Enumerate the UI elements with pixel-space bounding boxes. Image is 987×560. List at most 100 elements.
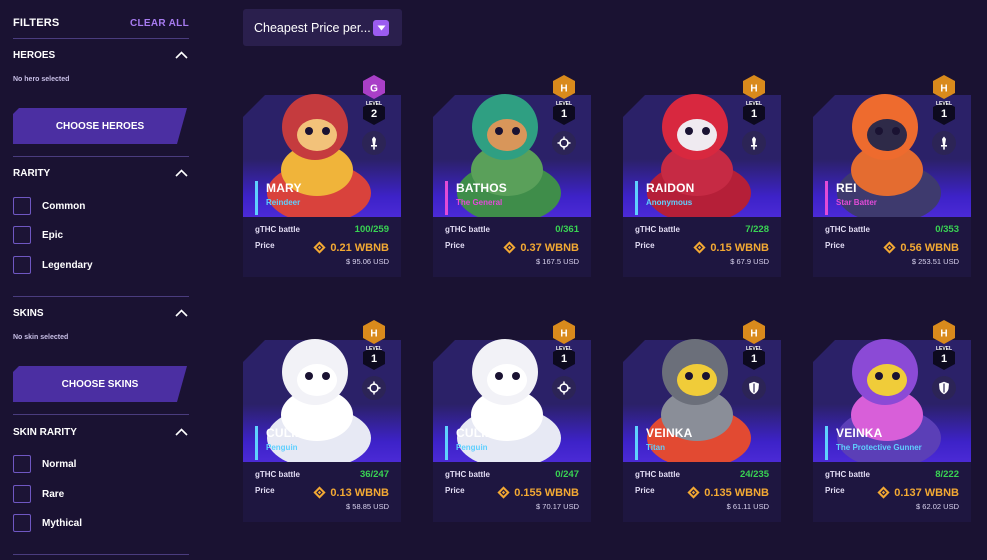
heroes-section-header[interactable]: HEROES [13, 48, 189, 62]
chevron-down-icon[interactable] [373, 19, 389, 36]
hero-name-block: CULIEN Penguin [445, 426, 591, 460]
card-stats: gTHC battle 36/247 Price 0.13 WBNB $ 58.… [243, 462, 401, 522]
rarity-option-epic[interactable]: Epic [13, 226, 63, 244]
level-badge: LEVEL 2 [363, 101, 385, 125]
choose-heroes-button[interactable]: CHOOSE HEROES [13, 108, 187, 144]
card-stats: gTHC battle 0/247 Price 0.155 WBNB $ 70.… [433, 462, 591, 522]
svg-text:H: H [370, 329, 377, 340]
rarity-section-header[interactable]: RARITY [13, 166, 189, 180]
hero-card-veinka-7[interactable]: VEINKA Titan H LEVEL 1 gTHC battle 24/23… [623, 320, 781, 530]
chevron-up-icon[interactable] [173, 425, 189, 439]
svg-text:H: H [560, 329, 567, 340]
checkbox[interactable] [13, 455, 31, 473]
level-badge: LEVEL 1 [743, 346, 765, 370]
checkbox-label: Common [42, 200, 86, 212]
hero-card-mary-1[interactable]: MARY Reindeer G LEVEL 2 gTHC battle 100/… [243, 75, 401, 285]
price-label: Price [635, 486, 655, 495]
clear-all-button[interactable]: CLEAR ALL [130, 18, 189, 29]
chevron-up-icon[interactable] [173, 166, 189, 180]
hero-subtitle: Penguin [266, 443, 298, 452]
card-stats: gTHC battle 24/235 Price 0.135 WBNB $ 61… [623, 462, 781, 522]
level-number: 1 [560, 353, 568, 365]
price-usd: $ 253.51 USD [911, 257, 959, 266]
price-usd: $ 70.17 USD [536, 502, 579, 511]
hero-card-culien-5[interactable]: CULIEN Penguin H LEVEL 1 gTHC battle 36/… [243, 320, 401, 530]
price-value: 0.56 WBNB [900, 241, 959, 254]
svg-text:H: H [940, 84, 947, 95]
svg-text:H: H [750, 84, 757, 95]
card-stats: gTHC battle 0/361 Price 0.37 WBNB $ 167.… [433, 217, 591, 277]
battle-value: 8/222 [935, 469, 959, 480]
skin-rarity-option-normal[interactable]: Normal [13, 455, 76, 473]
card-stats: gTHC battle 100/259 Price 0.21 WBNB $ 95… [243, 217, 401, 277]
hero-subtitle: The General [456, 198, 503, 207]
chevron-up-icon[interactable] [173, 48, 189, 62]
skin-rarity-section-header[interactable]: SKIN RARITY [13, 425, 189, 439]
card-stats: gTHC battle 8/222 Price 0.137 WBNB $ 62.… [813, 462, 971, 522]
price-value: 0.155 WBNB [514, 486, 579, 499]
battle-value: 0/247 [555, 469, 579, 480]
heroes-selection-note: No hero selected [13, 76, 70, 83]
skin-rarity-option-mythical[interactable]: Mythical [13, 514, 82, 532]
hero-subtitle: Star Batter [836, 198, 877, 207]
price-value: 0.15 WBNB [710, 241, 769, 254]
sort-select[interactable]: Cheapest Price per... [243, 9, 402, 46]
rarity-option-legendary[interactable]: Legendary [13, 256, 93, 274]
checkbox[interactable] [13, 485, 31, 503]
checkbox[interactable] [13, 226, 31, 244]
hero-card-bathos-2[interactable]: BATHOS The General H LEVEL 1 gTHC battle… [433, 75, 591, 285]
bnb-coin-icon [497, 486, 510, 499]
battle-label: gTHC battle [825, 470, 870, 479]
hero-subtitle: Penguin [456, 443, 488, 452]
price-label: Price [825, 486, 845, 495]
card-stats: gTHC battle 7/228 Price 0.15 WBNB $ 67.9… [623, 217, 781, 277]
hero-subtitle: Titan [646, 443, 665, 452]
hero-card-rei-4[interactable]: REI Star Batter H LEVEL 1 gTHC battle 0/… [813, 75, 971, 285]
hero-name: BATHOS [456, 181, 507, 195]
svg-text:G: G [370, 84, 378, 95]
level-number: 1 [370, 353, 378, 365]
rarity-badge: H [553, 75, 575, 99]
skins-section-header[interactable]: SKINS [13, 306, 189, 320]
skins-selection-note: No skin selected [13, 334, 69, 341]
level-number: 1 [750, 108, 758, 120]
choose-skins-button[interactable]: CHOOSE SKINS [13, 366, 187, 402]
role-icon [362, 376, 386, 400]
price-usd: $ 62.02 USD [916, 502, 959, 511]
hero-card-veinka-8[interactable]: VEINKA The Protective Gunner H LEVEL 1 g… [813, 320, 971, 530]
hero-card-raidon-3[interactable]: RAIDON Anonymous H LEVEL 1 gTHC battle 7… [623, 75, 781, 285]
price-label: Price [255, 486, 275, 495]
level-caption: LEVEL [555, 101, 573, 107]
rarity-badge: G [363, 75, 385, 99]
chevron-up-icon[interactable] [173, 306, 189, 320]
price-label: Price [825, 241, 845, 250]
rarity-badge: H [933, 320, 955, 344]
level-number: 2 [370, 108, 378, 120]
battle-value: 0/361 [555, 224, 579, 235]
checkbox[interactable] [13, 514, 31, 532]
level-badge: LEVEL 1 [363, 346, 385, 370]
battle-value: 7/228 [745, 224, 769, 235]
divider [13, 296, 189, 297]
hero-card-culien-6[interactable]: CULIEN Penguin H LEVEL 1 gTHC battle 0/2… [433, 320, 591, 530]
bnb-coin-icon [883, 241, 896, 254]
level-caption: LEVEL [745, 346, 763, 352]
crosshair-icon [367, 381, 381, 395]
hero-name: REI [836, 181, 857, 195]
skin-rarity-option-rare[interactable]: Rare [13, 485, 64, 503]
rarity-badge: H [553, 320, 575, 344]
rarity-option-common[interactable]: Common [13, 197, 85, 215]
role-icon [932, 376, 956, 400]
hero-name-block: CULIEN Penguin [255, 426, 401, 460]
hero-name: VEINKA [646, 426, 693, 440]
shield-icon [939, 381, 949, 395]
level-number: 1 [940, 353, 948, 365]
battle-label: gTHC battle [635, 470, 680, 479]
battle-label: gTHC battle [255, 470, 300, 479]
checkbox[interactable] [13, 197, 31, 215]
battle-label: gTHC battle [445, 470, 490, 479]
checkbox[interactable] [13, 256, 31, 274]
skins-section-title: SKINS [13, 307, 44, 319]
battle-label: gTHC battle [635, 225, 680, 234]
divider [13, 554, 189, 555]
